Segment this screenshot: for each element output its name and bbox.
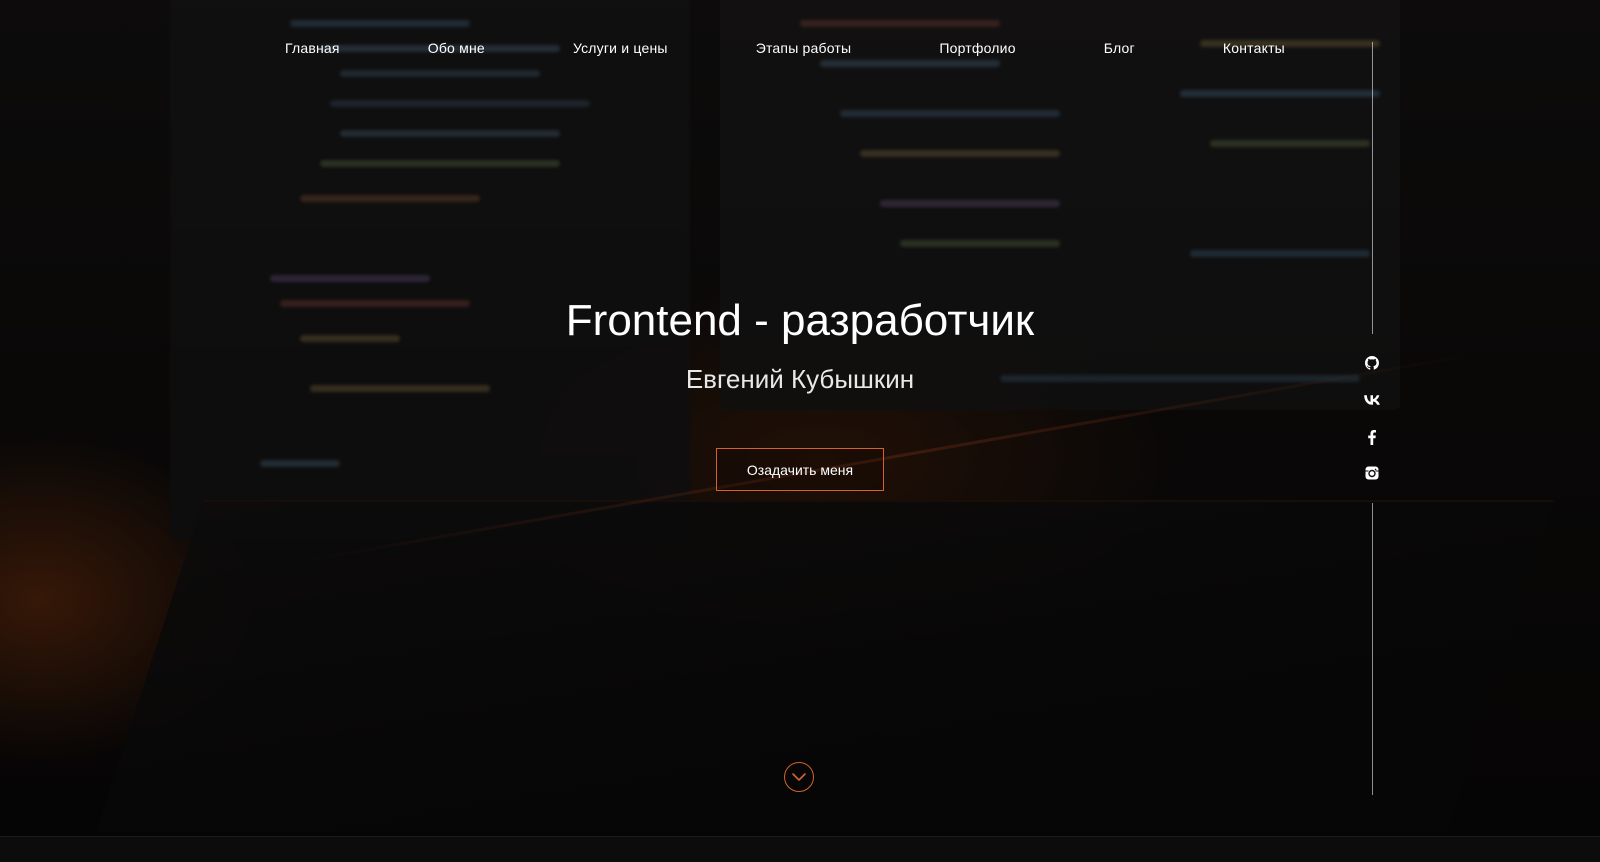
instagram-icon [1365,466,1379,480]
nav-item-about[interactable]: Обо мне [428,40,485,56]
nav-item-stages[interactable]: Этапы работы [756,40,852,56]
page-subtitle: Евгений Кубышкин [685,364,915,394]
nav-item-contacts[interactable]: Контакты [1223,40,1285,56]
hero-section: Главная Обо мне Услуги и цены Этапы рабо… [0,0,1600,836]
facebook-icon [1368,429,1376,445]
nav-item-blog[interactable]: Блог [1104,40,1135,56]
nav-item-portfolio[interactable]: Портфолио [939,40,1015,56]
dark-overlay [0,0,1600,836]
chevron-down-icon [792,773,806,781]
nav-item-home[interactable]: Главная [285,40,340,56]
github-icon [1365,356,1379,370]
vk-icon [1364,395,1380,405]
main-nav: Главная Обо мне Услуги и цены Этапы рабо… [285,40,1285,56]
cta-button[interactable]: Озадачить меня [716,448,884,491]
social-divider-bottom [1372,503,1373,795]
page-title: Frontend - разработчик [565,296,1035,345]
facebook-link[interactable] [1362,427,1382,447]
nav-item-services[interactable]: Услуги и цены [573,40,668,56]
social-divider-top [1372,42,1373,334]
instagram-link[interactable] [1362,463,1382,483]
next-section-edge [0,836,1600,862]
github-link[interactable] [1362,353,1382,373]
scroll-down-button[interactable] [784,762,814,792]
vk-link[interactable] [1362,390,1382,410]
